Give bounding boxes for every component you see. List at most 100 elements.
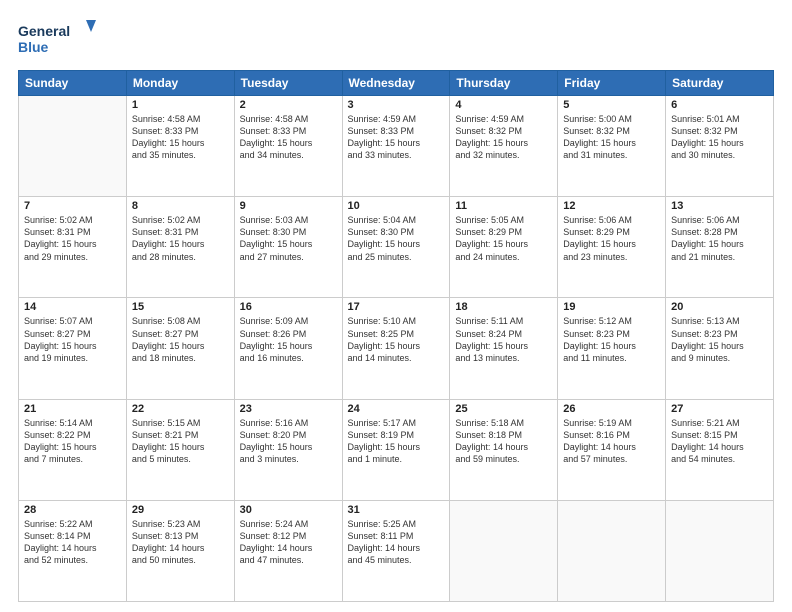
- calendar-cell: [19, 96, 127, 197]
- calendar-cell: 8 Sunrise: 5:02 AM Sunset: 8:31 PM Daylig…: [126, 197, 234, 298]
- day-number: 9: [240, 200, 337, 212]
- day-content: Sunrise: 5:16 AM Sunset: 8:20 PM Dayligh…: [240, 417, 337, 466]
- calendar-cell: 20 Sunrise: 5:13 AM Sunset: 8:23 PM Dayli…: [666, 298, 774, 399]
- day-content: Sunrise: 5:22 AM Sunset: 8:14 PM Dayligh…: [24, 518, 121, 567]
- day-number: 26: [563, 403, 660, 415]
- day-number: 14: [24, 301, 121, 313]
- calendar-week-row: 7 Sunrise: 5:02 AM Sunset: 8:31 PM Daylig…: [19, 197, 774, 298]
- day-number: 18: [455, 301, 552, 313]
- day-content: Sunrise: 5:03 AM Sunset: 8:30 PM Dayligh…: [240, 214, 337, 263]
- calendar-cell: 21 Sunrise: 5:14 AM Sunset: 8:22 PM Dayli…: [19, 399, 127, 500]
- day-number: 16: [240, 301, 337, 313]
- weekday-header-thursday: Thursday: [450, 71, 558, 96]
- calendar-cell: [666, 500, 774, 601]
- day-content: Sunrise: 5:01 AM Sunset: 8:32 PM Dayligh…: [671, 113, 768, 162]
- day-content: Sunrise: 5:02 AM Sunset: 8:31 PM Dayligh…: [24, 214, 121, 263]
- day-number: 6: [671, 99, 768, 111]
- calendar-cell: 26Sunrise: 5:19 AM Sunset: 8:16 PM Dayli…: [558, 399, 666, 500]
- calendar-cell: 22 Sunrise: 5:15 AM Sunset: 8:21 PM Dayli…: [126, 399, 234, 500]
- calendar-cell: 30Sunrise: 5:24 AM Sunset: 8:12 PM Dayli…: [234, 500, 342, 601]
- day-number: 28: [24, 504, 121, 516]
- calendar-cell: 17Sunrise: 5:10 AM Sunset: 8:25 PM Dayli…: [342, 298, 450, 399]
- svg-text:General: General: [18, 23, 70, 39]
- page: General Blue SundayMondayTuesdayWednesda…: [0, 0, 792, 612]
- weekday-header-saturday: Saturday: [666, 71, 774, 96]
- weekday-header-sunday: Sunday: [19, 71, 127, 96]
- calendar-week-row: 1Sunrise: 4:58 AM Sunset: 8:33 PM Daylig…: [19, 96, 774, 197]
- day-number: 5: [563, 99, 660, 111]
- day-number: 23: [240, 403, 337, 415]
- day-number: 31: [348, 504, 445, 516]
- day-number: 2: [240, 99, 337, 111]
- calendar-cell: 16Sunrise: 5:09 AM Sunset: 8:26 PM Dayli…: [234, 298, 342, 399]
- day-number: 27: [671, 403, 768, 415]
- weekday-header-row: SundayMondayTuesdayWednesdayThursdayFrid…: [19, 71, 774, 96]
- day-content: Sunrise: 5:00 AM Sunset: 8:32 PM Dayligh…: [563, 113, 660, 162]
- calendar-week-row: 21 Sunrise: 5:14 AM Sunset: 8:22 PM Dayli…: [19, 399, 774, 500]
- day-number: 8: [132, 200, 229, 212]
- day-number: 30: [240, 504, 337, 516]
- day-content: Sunrise: 4:58 AM Sunset: 8:33 PM Dayligh…: [132, 113, 229, 162]
- calendar-cell: 31 Sunrise: 5:25 AM Sunset: 8:11 PM Dayli…: [342, 500, 450, 601]
- day-content: Sunrise: 5:17 AM Sunset: 8:19 PM Dayligh…: [348, 417, 445, 466]
- day-content: Sunrise: 5:18 AM Sunset: 8:18 PM Dayligh…: [455, 417, 552, 466]
- day-content: Sunrise: 5:23 AM Sunset: 8:13 PM Dayligh…: [132, 518, 229, 567]
- day-number: 20: [671, 301, 768, 313]
- day-number: 12: [563, 200, 660, 212]
- day-number: 7: [24, 200, 121, 212]
- calendar-cell: 1Sunrise: 4:58 AM Sunset: 8:33 PM Daylig…: [126, 96, 234, 197]
- calendar-cell: 15 Sunrise: 5:08 AM Sunset: 8:27 PM Dayli…: [126, 298, 234, 399]
- calendar-cell: 18Sunrise: 5:11 AM Sunset: 8:24 PM Dayli…: [450, 298, 558, 399]
- day-content: Sunrise: 5:02 AM Sunset: 8:31 PM Dayligh…: [132, 214, 229, 263]
- calendar-cell: 23 Sunrise: 5:16 AM Sunset: 8:20 PM Dayli…: [234, 399, 342, 500]
- day-number: 19: [563, 301, 660, 313]
- day-content: Sunrise: 4:59 AM Sunset: 8:32 PM Dayligh…: [455, 113, 552, 162]
- calendar-cell: 6 Sunrise: 5:01 AM Sunset: 8:32 PM Daylig…: [666, 96, 774, 197]
- day-number: 13: [671, 200, 768, 212]
- calendar-cell: 12Sunrise: 5:06 AM Sunset: 8:29 PM Dayli…: [558, 197, 666, 298]
- day-number: 15: [132, 301, 229, 313]
- day-content: Sunrise: 4:58 AM Sunset: 8:33 PM Dayligh…: [240, 113, 337, 162]
- calendar-cell: 5 Sunrise: 5:00 AM Sunset: 8:32 PM Daylig…: [558, 96, 666, 197]
- day-number: 10: [348, 200, 445, 212]
- day-content: Sunrise: 5:04 AM Sunset: 8:30 PM Dayligh…: [348, 214, 445, 263]
- calendar-cell: 3Sunrise: 4:59 AM Sunset: 8:33 PM Daylig…: [342, 96, 450, 197]
- logo-svg: General Blue: [18, 18, 98, 60]
- day-content: Sunrise: 5:14 AM Sunset: 8:22 PM Dayligh…: [24, 417, 121, 466]
- day-content: Sunrise: 5:15 AM Sunset: 8:21 PM Dayligh…: [132, 417, 229, 466]
- calendar-cell: 29 Sunrise: 5:23 AM Sunset: 8:13 PM Dayli…: [126, 500, 234, 601]
- day-number: 21: [24, 403, 121, 415]
- day-content: Sunrise: 5:08 AM Sunset: 8:27 PM Dayligh…: [132, 315, 229, 364]
- day-number: 3: [348, 99, 445, 111]
- day-content: Sunrise: 5:12 AM Sunset: 8:23 PM Dayligh…: [563, 315, 660, 364]
- calendar-cell: 4 Sunrise: 4:59 AM Sunset: 8:32 PM Daylig…: [450, 96, 558, 197]
- day-content: Sunrise: 5:25 AM Sunset: 8:11 PM Dayligh…: [348, 518, 445, 567]
- calendar-cell: 13Sunrise: 5:06 AM Sunset: 8:28 PM Dayli…: [666, 197, 774, 298]
- calendar-cell: 14Sunrise: 5:07 AM Sunset: 8:27 PM Dayli…: [19, 298, 127, 399]
- calendar-cell: 24Sunrise: 5:17 AM Sunset: 8:19 PM Dayli…: [342, 399, 450, 500]
- calendar-cell: [450, 500, 558, 601]
- calendar-cell: [558, 500, 666, 601]
- day-content: Sunrise: 5:13 AM Sunset: 8:23 PM Dayligh…: [671, 315, 768, 364]
- weekday-header-monday: Monday: [126, 71, 234, 96]
- day-number: 29: [132, 504, 229, 516]
- calendar-cell: 11Sunrise: 5:05 AM Sunset: 8:29 PM Dayli…: [450, 197, 558, 298]
- day-number: 17: [348, 301, 445, 313]
- calendar-cell: 19 Sunrise: 5:12 AM Sunset: 8:23 PM Dayli…: [558, 298, 666, 399]
- calendar-cell: 10 Sunrise: 5:04 AM Sunset: 8:30 PM Dayli…: [342, 197, 450, 298]
- day-number: 4: [455, 99, 552, 111]
- calendar-cell: 2 Sunrise: 4:58 AM Sunset: 8:33 PM Daylig…: [234, 96, 342, 197]
- calendar-cell: 9 Sunrise: 5:03 AM Sunset: 8:30 PM Daylig…: [234, 197, 342, 298]
- calendar-cell: 7 Sunrise: 5:02 AM Sunset: 8:31 PM Daylig…: [19, 197, 127, 298]
- day-content: Sunrise: 5:21 AM Sunset: 8:15 PM Dayligh…: [671, 417, 768, 466]
- weekday-header-friday: Friday: [558, 71, 666, 96]
- header: General Blue: [18, 18, 774, 60]
- calendar-cell: 25 Sunrise: 5:18 AM Sunset: 8:18 PM Dayli…: [450, 399, 558, 500]
- weekday-header-wednesday: Wednesday: [342, 71, 450, 96]
- day-number: 25: [455, 403, 552, 415]
- calendar-week-row: 28 Sunrise: 5:22 AM Sunset: 8:14 PM Dayli…: [19, 500, 774, 601]
- calendar-table: SundayMondayTuesdayWednesdayThursdayFrid…: [18, 70, 774, 602]
- logo: General Blue: [18, 18, 98, 60]
- day-number: 22: [132, 403, 229, 415]
- day-content: Sunrise: 5:05 AM Sunset: 8:29 PM Dayligh…: [455, 214, 552, 263]
